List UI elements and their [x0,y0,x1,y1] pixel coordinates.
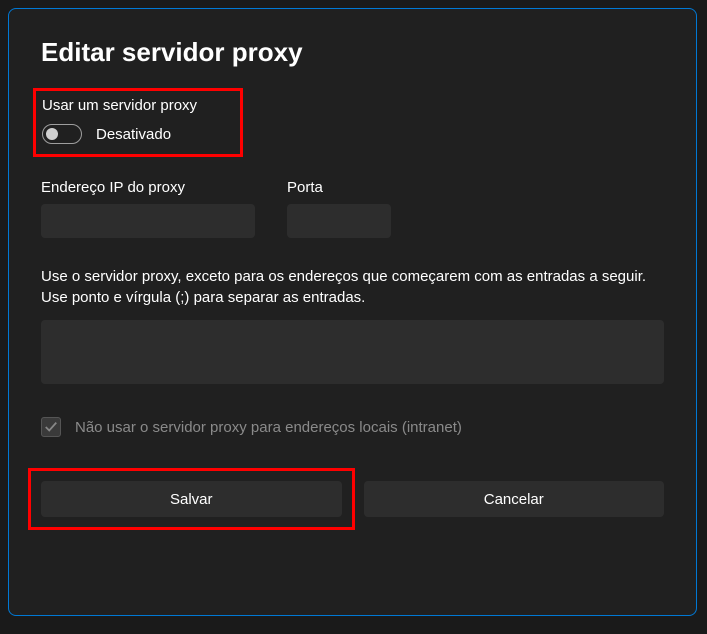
ip-input[interactable] [41,204,255,238]
toggle-knob [46,128,58,140]
save-highlight-annotation: Salvar [28,468,355,530]
exceptions-description: Use o servidor proxy, exceto para os end… [41,266,664,308]
exceptions-textarea[interactable] [41,320,664,384]
ip-field: Endereço IP do proxy [41,179,255,238]
toggle-label: Usar um servidor proxy [42,97,230,114]
address-port-row: Endereço IP do proxy Porta [41,179,664,238]
local-bypass-checkbox[interactable] [41,417,61,437]
toggle-state-text: Desativado [96,126,171,143]
cancel-button[interactable]: Cancelar [364,481,665,517]
port-field: Porta [287,179,391,238]
dialog-title: Editar servidor proxy [41,37,664,68]
proxy-toggle[interactable] [42,124,82,144]
proxy-settings-dialog: Editar servidor proxy Usar um servidor p… [8,8,697,616]
button-row: Salvar Cancelar [41,481,664,517]
checkmark-icon [44,420,58,434]
toggle-highlight-annotation: Usar um servidor proxy Desativado [33,88,243,157]
save-button[interactable]: Salvar [41,481,342,517]
cancel-wrap: Cancelar [364,481,665,517]
port-label: Porta [287,179,391,196]
ip-label: Endereço IP do proxy [41,179,255,196]
local-bypass-row: Não usar o servidor proxy para endereços… [41,417,664,437]
local-bypass-label: Não usar o servidor proxy para endereços… [75,419,462,436]
port-input[interactable] [287,204,391,238]
toggle-row: Desativado [42,124,230,144]
